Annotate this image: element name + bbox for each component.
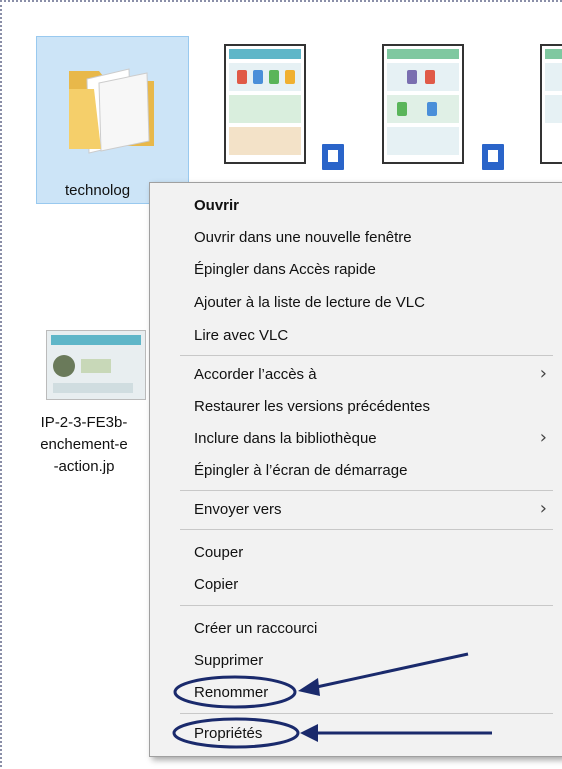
menu-item-include-library[interactable]: Inclure dans la bibliothèque	[194, 430, 377, 447]
menu-item-delete[interactable]: Supprimer	[194, 652, 263, 669]
menu-separator	[180, 529, 553, 530]
menu-separator	[180, 605, 553, 606]
menu-item-rename[interactable]: Renommer	[194, 684, 268, 701]
menu-item-cut[interactable]: Couper	[194, 544, 243, 561]
menu-item-play-vlc[interactable]: Lire avec VLC	[194, 327, 288, 344]
menu-item-copy[interactable]: Copier	[194, 576, 238, 593]
menu-item-pin-quick-access[interactable]: Épingler dans Accès rapide	[194, 261, 376, 278]
folder-label: technolog	[65, 182, 131, 199]
chevron-right-icon: ›	[539, 427, 547, 448]
menu-item-pin-start[interactable]: Épingler à l’écran de démarrage	[194, 462, 407, 479]
chevron-right-icon: ›	[539, 363, 547, 384]
chevron-right-icon: ›	[539, 498, 547, 519]
file-explorer-view: technolog IP-2-3-FE3b- enchement-e -acti…	[0, 0, 562, 767]
menu-item-ouvrir[interactable]: Ouvrir	[194, 197, 239, 214]
context-menu: Ouvrir Ouvrir dans une nouvelle fenêtre …	[149, 182, 562, 757]
menu-item-grant-access[interactable]: Accorder l’accès à	[194, 366, 317, 383]
document-thumbnail[interactable]	[382, 44, 464, 164]
libreoffice-writer-icon	[480, 142, 506, 172]
menu-item-properties[interactable]: Propriétés	[194, 725, 262, 742]
menu-separator	[180, 713, 553, 714]
image-thumbnail[interactable]	[46, 330, 146, 400]
document-thumbnail[interactable]	[540, 44, 562, 164]
menu-separator	[180, 490, 553, 491]
document-thumbnail[interactable]	[224, 44, 306, 164]
menu-item-open-new-window[interactable]: Ouvrir dans une nouvelle fenêtre	[194, 229, 412, 246]
menu-item-restore-versions[interactable]: Restaurer les versions précédentes	[194, 398, 430, 415]
menu-item-send-to[interactable]: Envoyer vers	[194, 501, 282, 518]
libreoffice-writer-icon	[320, 142, 346, 172]
menu-item-create-shortcut[interactable]: Créer un raccourci	[194, 620, 317, 637]
folder-icon	[69, 68, 154, 154]
menu-item-add-vlc-playlist[interactable]: Ajouter à la liste de lecture de VLC	[194, 294, 425, 311]
menu-separator	[180, 355, 553, 356]
folder-tile-technologie[interactable]: technolog	[36, 36, 189, 204]
image-file-label: IP-2-3-FE3b- enchement-e -action.jp	[40, 414, 128, 475]
